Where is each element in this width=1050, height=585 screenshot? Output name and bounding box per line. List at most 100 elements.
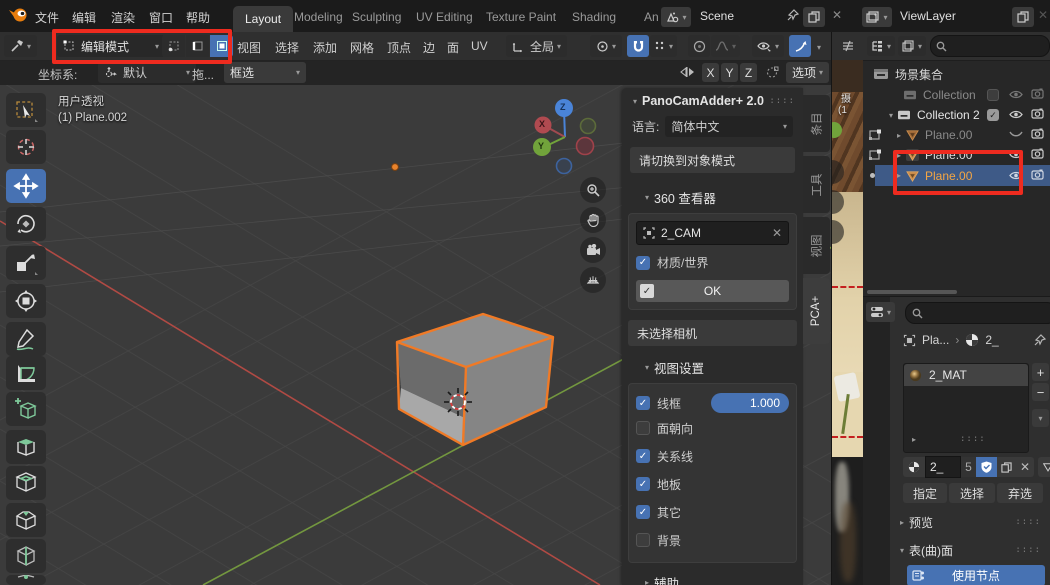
gizmo-z-label[interactable]: Z (560, 102, 566, 112)
outliner-display-mode-dropdown[interactable]: ▾ (867, 36, 895, 56)
zoom-button[interactable] (580, 177, 606, 203)
mini-viewport[interactable]: 摄 (1 (831, 32, 864, 585)
xray-icon[interactable] (842, 40, 854, 52)
mirror-y-button[interactable]: Y (721, 63, 738, 82)
eye-icon[interactable] (1009, 109, 1023, 120)
workspace-tab-modeling[interactable]: Modeling (294, 10, 343, 24)
face-orient-checkbox[interactable] (636, 421, 650, 435)
menu-vertex[interactable]: 顶点 (387, 39, 411, 56)
snap-symmetry-button[interactable] (762, 63, 782, 82)
aux-section-header[interactable]: ▸ 辅助 (622, 565, 803, 585)
scene-close-icon[interactable]: ✕ (832, 8, 842, 22)
mat-world-checkbox[interactable]: ✓ (636, 256, 650, 270)
camera-restrict-icon[interactable] (1031, 108, 1044, 119)
object-crumb-icon[interactable] (903, 334, 916, 347)
menu-edge[interactable]: 边 (423, 39, 435, 56)
crumb-data-label[interactable]: 2_ (985, 333, 998, 347)
menu-render[interactable]: 渲染 (111, 9, 135, 26)
properties-editor-type-dropdown[interactable]: ▾ (866, 302, 895, 322)
deselect-button[interactable]: 弃选 (997, 483, 1043, 503)
tool-rotate[interactable] (6, 207, 46, 241)
exclude-checkbox[interactable]: ✓ (987, 109, 999, 121)
editor-type-button[interactable]: ▾ (4, 35, 37, 57)
surface-panel-header[interactable]: ▾ 表(曲)面 :::: (897, 539, 1047, 561)
workspace-tab-texturepaint[interactable]: Texture Paint (486, 10, 556, 24)
slot-add-button[interactable]: + (1032, 363, 1049, 381)
view-settings-header[interactable]: ▾ 视图设置 (622, 346, 803, 381)
tool-scale[interactable] (6, 246, 46, 280)
face-select-button[interactable] (210, 35, 233, 57)
slot-expand-icon[interactable]: ▸ (912, 435, 916, 444)
material-slot-row[interactable]: 2_MAT (904, 364, 1028, 386)
wireframe-slider[interactable]: 1.000 (711, 393, 789, 413)
outliner-row-plane-hidden[interactable]: ▸ Plane.00 (863, 125, 1050, 145)
drag-label[interactable]: 拖... (192, 66, 214, 83)
viewer-section-header[interactable]: ▾ 360 查看器 (622, 179, 803, 211)
eye-icon[interactable] (1009, 89, 1023, 100)
viewlayer-type-icon[interactable]: ▾ (862, 7, 892, 27)
camera-restrict-icon[interactable] (1031, 148, 1044, 159)
language-dropdown[interactable]: 简体中文 ▾ (665, 116, 793, 137)
exclude-checkbox[interactable] (987, 89, 999, 101)
camera-clear-icon[interactable]: ✕ (772, 226, 782, 240)
ok-button[interactable]: ✓ OK (636, 280, 789, 302)
eye-icon[interactable] (1009, 149, 1023, 160)
eye-closed-icon[interactable] (1009, 131, 1023, 139)
slot-remove-button[interactable]: − (1032, 383, 1049, 401)
tool-move[interactable] (6, 169, 46, 203)
menu-view[interactable]: 视图 (237, 39, 261, 56)
tool-extrude[interactable] (6, 430, 46, 464)
outliner-row-plane-selected[interactable]: ▸ Plane.00 (863, 165, 1050, 186)
background-checkbox[interactable] (636, 533, 650, 547)
outliner-search[interactable] (930, 35, 1050, 57)
relations-checkbox[interactable]: ✓ (636, 449, 650, 463)
pivot-dropdown[interactable]: ▾ (590, 35, 622, 57)
properties-search[interactable] (905, 302, 1050, 324)
pin-id-icon[interactable] (1033, 333, 1047, 347)
tool-transform[interactable] (6, 284, 46, 318)
crumb-object-label[interactable]: Pla... (922, 333, 949, 347)
select-button[interactable]: 选择 (949, 483, 995, 503)
other-checkbox[interactable]: ✓ (636, 505, 650, 519)
gizmo-toggle-button[interactable] (789, 35, 811, 57)
menu-select[interactable]: 选择 (275, 39, 299, 56)
sidebar-tab-view[interactable]: 视图 (803, 217, 830, 274)
sidebar-tab-tool[interactable]: 工具 (803, 156, 830, 213)
camera-restrict-icon[interactable] (1031, 128, 1044, 139)
outliner-row-collection2[interactable]: ▾ Collection 2 ✓ (863, 105, 1050, 125)
floor-checkbox[interactable]: ✓ (636, 477, 650, 491)
select-tool-dropdown[interactable]: 框选 ▾ (224, 62, 306, 83)
workspace-tab-sculpting[interactable]: Sculpting (352, 10, 401, 24)
pan-hand-button[interactable] (580, 207, 606, 233)
users-count-button[interactable]: 5 (961, 457, 976, 477)
camera-restrict-icon[interactable] (1031, 169, 1044, 180)
tool-add-cube[interactable] (6, 392, 46, 426)
outliner-row-scene-collection[interactable]: 场景集合 (863, 64, 1050, 84)
mode-dropdown[interactable]: 编辑模式 ▾ (57, 35, 165, 57)
preview-panel-header[interactable]: ▸ 预览 :::: (897, 511, 1047, 533)
menu-window[interactable]: 窗口 (149, 9, 173, 26)
unlink-material-button[interactable]: ✕ (1016, 457, 1034, 477)
outliner-filter-dropdown[interactable]: ▾ (898, 36, 926, 56)
camera-field[interactable]: 2_CAM ✕ (636, 221, 789, 245)
eye-icon[interactable] (1009, 170, 1023, 181)
outliner-hscrollbar[interactable] (867, 290, 957, 294)
outliner-row-collection[interactable]: Collection (863, 85, 1050, 105)
fake-user-shield-button[interactable] (976, 457, 997, 477)
wireframe-checkbox[interactable]: ✓ (636, 396, 650, 410)
gizmo-dropdown-chevron[interactable]: ▾ (817, 43, 821, 52)
orientation-dropdown[interactable]: 全局 ▾ (506, 35, 567, 57)
workspace-tab-uvediting[interactable]: UV Editing (416, 10, 473, 24)
switch-mode-button[interactable]: 请切换到对象模式 (630, 147, 795, 173)
panel-grip[interactable]: :::: (769, 96, 795, 106)
snap-toggle-button[interactable] (627, 35, 649, 57)
gizmo-y-label[interactable]: Y (538, 141, 544, 151)
npanel-header[interactable]: ▾ PanoCamAdder+ 2.0 :::: (622, 88, 803, 112)
camera-view-button[interactable] (580, 237, 606, 263)
outliner-row-plane-2[interactable]: ▸ Plane.00 (863, 145, 1050, 165)
menu-face[interactable]: 面 (447, 39, 459, 56)
slot-specials-button[interactable]: ▾ (1032, 409, 1049, 427)
copy-material-button[interactable] (997, 457, 1016, 477)
assign-button[interactable]: 指定 (903, 483, 947, 503)
viewlayer-copy-icon[interactable] (1012, 7, 1034, 27)
